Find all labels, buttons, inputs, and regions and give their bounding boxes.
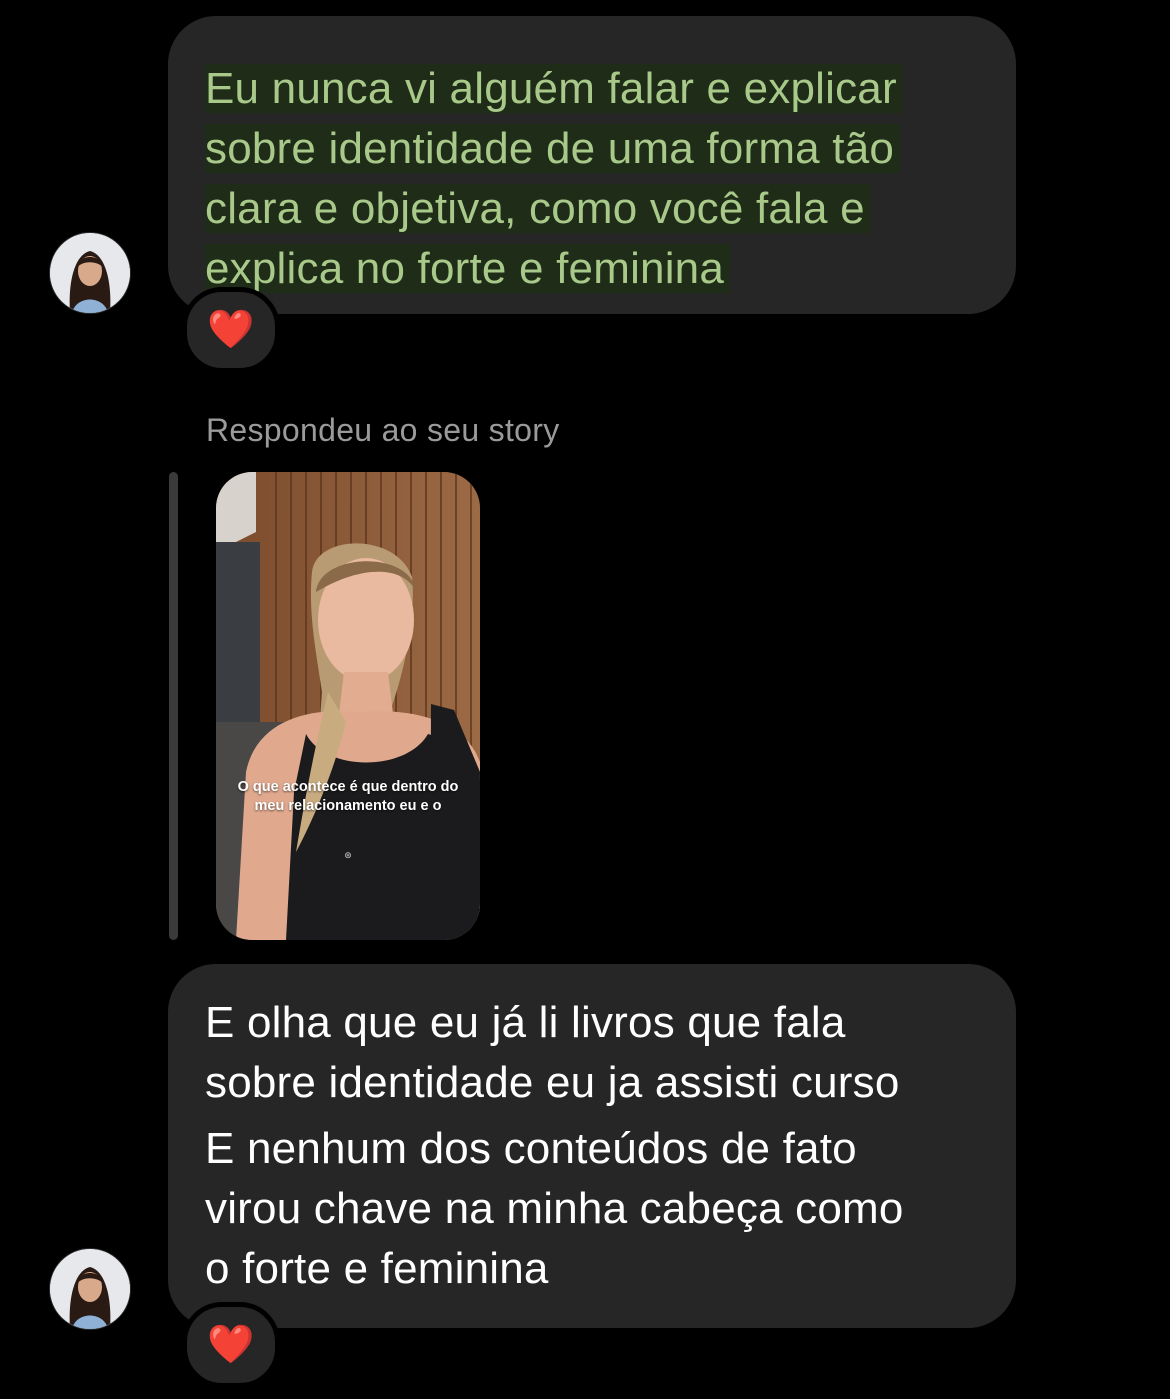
message-bubble[interactable]: Eu nunca vi alguém falar e explicar sobr… xyxy=(168,16,1016,314)
heart-icon: ❤️ xyxy=(207,1324,255,1366)
story-image xyxy=(216,472,480,940)
message-line: sobre identidade de uma forma tão xyxy=(205,124,901,173)
avatar-photo xyxy=(50,1249,130,1329)
sender-avatar[interactable] xyxy=(50,1249,130,1329)
message-text: Eu nunca vi alguém falar e explicar sobr… xyxy=(205,59,996,299)
story-reply-label: Respondeu ao seu story xyxy=(206,412,560,448)
story-caption: O que acontece é que dentro do meu relac… xyxy=(237,779,459,814)
avatar-photo xyxy=(50,233,130,313)
reply-indicator-bar xyxy=(169,472,178,940)
sender-avatar[interactable] xyxy=(50,233,130,313)
message-bubble[interactable]: E olha que eu já li livros que fala sobr… xyxy=(168,964,1016,1328)
message-text: E nenhum dos conteúdos de fato virou cha… xyxy=(205,1124,904,1293)
message-text: E olha que eu já li livros que fala sobr… xyxy=(205,998,900,1107)
reaction-badge[interactable]: ❤️ xyxy=(182,1302,280,1388)
story-watermark: ⊛ xyxy=(344,850,352,860)
message-line: clara e objetiva, como você fala e xyxy=(205,184,871,233)
heart-icon: ❤️ xyxy=(207,309,255,351)
story-thumbnail[interactable]: O que acontece é que dentro do meu relac… xyxy=(216,472,480,940)
reaction-badge[interactable]: ❤️ xyxy=(182,287,280,373)
message-line: explica no forte e feminina xyxy=(205,244,731,293)
message-line: Eu nunca vi alguém falar e explicar xyxy=(205,64,903,113)
